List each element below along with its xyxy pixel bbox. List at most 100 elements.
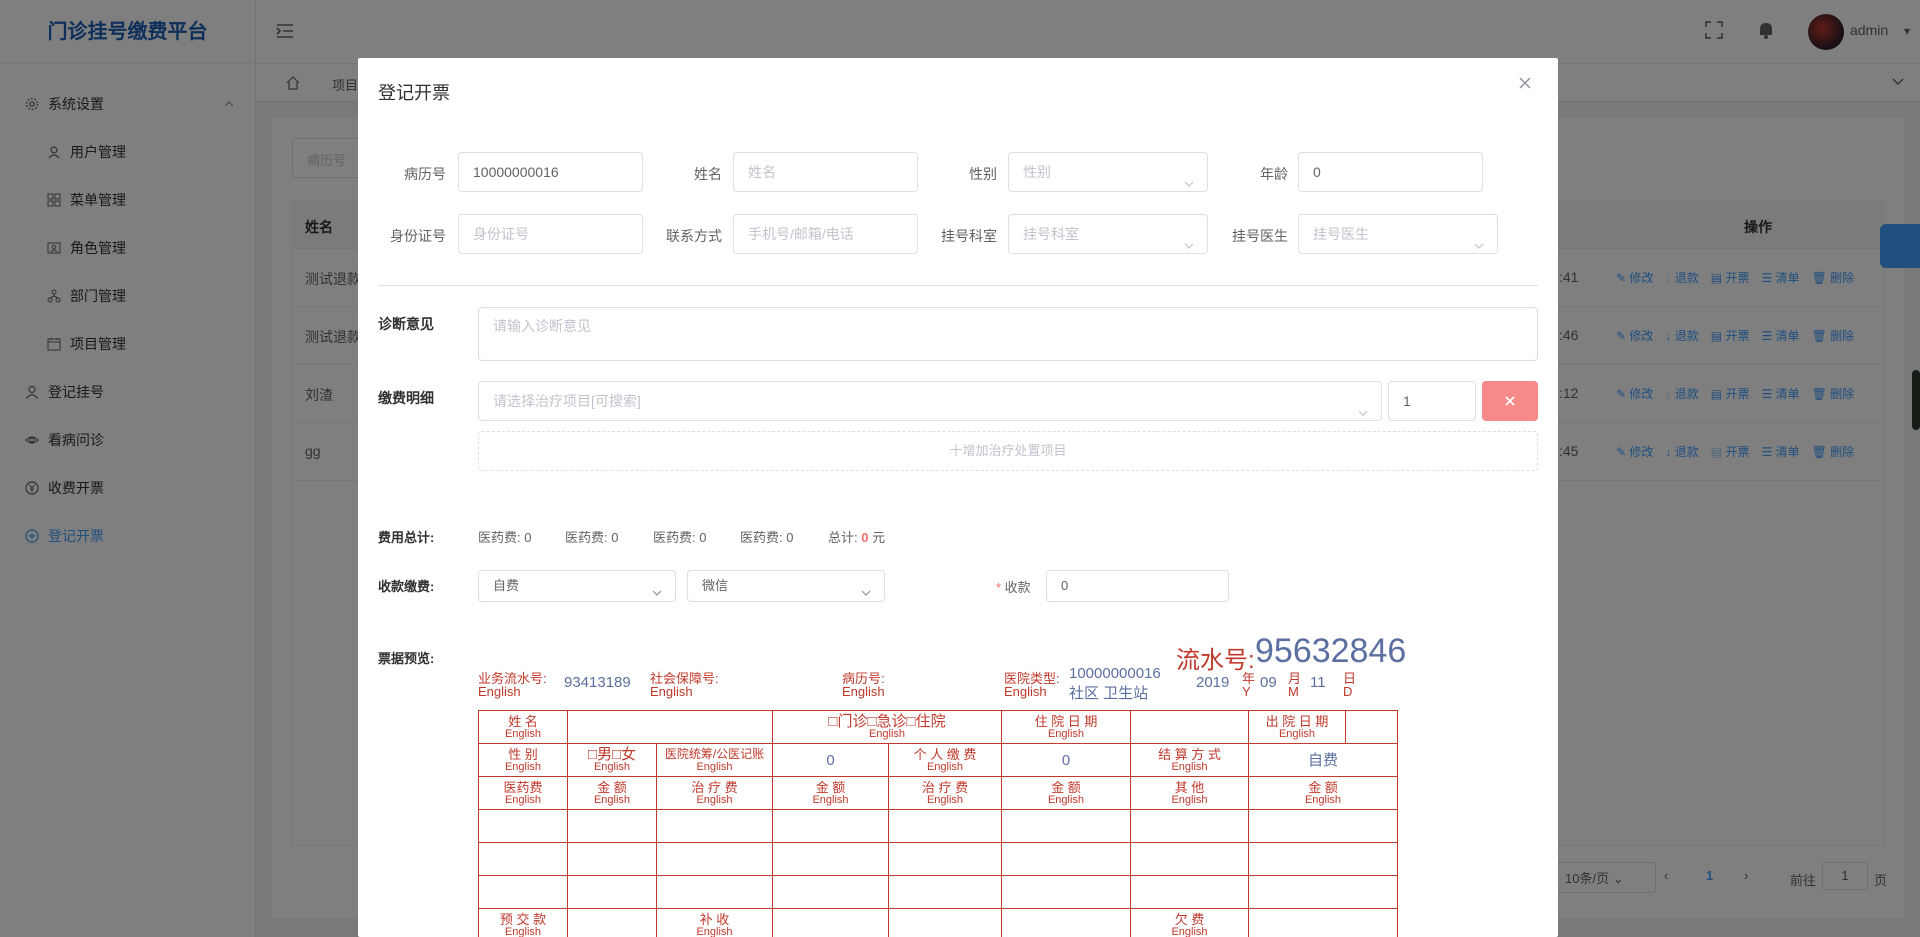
receipt-cell (478, 842, 568, 876)
receipt-month: 09 (1260, 674, 1277, 691)
chevron-down-icon (1183, 166, 1195, 187)
gender-label: 性别 (969, 166, 997, 182)
pay-method-select[interactable]: 微信 (687, 570, 885, 602)
chevron-down-icon (1473, 228, 1485, 249)
receipt-cell: 欠 费 English (1130, 908, 1249, 937)
receipt-cell (888, 908, 1002, 937)
receipt-cell (772, 842, 889, 876)
receipt-year: 2019 (1196, 674, 1230, 691)
treatment-item-select[interactable]: 请选择治疗项目[可搜索] (478, 381, 1382, 421)
receipt-cell: 个 人 缴 费 English (888, 743, 1002, 777)
id-input[interactable]: 身份证号 (458, 214, 643, 254)
payment-label: 收款缴费: (378, 579, 435, 594)
receipt-cell: 金 额 English (567, 776, 657, 810)
add-treatment-item-button[interactable]: 十增加治疗处置项目 (478, 431, 1538, 471)
receipt-cell (567, 842, 657, 876)
chevron-down-icon (860, 580, 872, 596)
english-caption: English (1004, 684, 1047, 699)
doctor-select[interactable]: 挂号医生 (1298, 214, 1498, 254)
receipt-cell: 性 别 English (478, 743, 568, 777)
receipt-cell (772, 908, 889, 937)
dept-select[interactable]: 挂号科室 (1008, 214, 1208, 254)
register-invoice-dialog: 登记开票 病历号 10000000016 姓名 姓名 性别 性别 年龄 0 身份… (358, 58, 1558, 937)
dept-label: 挂号科室 (941, 228, 997, 244)
receipt-cell: 治 疗 费 English (888, 776, 1002, 810)
contact-input[interactable]: 手机号/邮箱/电话 (733, 214, 918, 254)
receipt-cell: 金 额 English (1248, 776, 1398, 810)
english-caption: English (842, 684, 885, 699)
receipt-cell (1345, 710, 1398, 744)
receipt-cell (478, 809, 568, 843)
chevron-down-icon (1357, 395, 1369, 416)
receipt-cell (567, 710, 773, 744)
name-label: 姓名 (694, 166, 722, 182)
preview-label: 票据预览: (378, 651, 435, 666)
total-label: 费用总计: (378, 530, 435, 545)
receipt-cell: 住 院 日 期 English (1001, 710, 1131, 744)
id-label: 身份证号 (390, 228, 446, 244)
serial-number: 95632846 (1255, 632, 1407, 670)
receipt-cell (1001, 875, 1131, 909)
receipt-cell (888, 842, 1002, 876)
receipt-cell (656, 842, 773, 876)
receipt-cell: 治 疗 费 English (656, 776, 773, 810)
receive-amount-input[interactable]: 0 (1046, 570, 1229, 602)
fee-item: 医药费: 0 (740, 530, 794, 545)
receipt-cell: 姓 名 English (478, 710, 568, 744)
receipt-cell (772, 809, 889, 843)
name-input[interactable]: 姓名 (733, 152, 918, 192)
doctor-label: 挂号医生 (1232, 228, 1288, 244)
receipt-cell: 补 收 English (656, 908, 773, 937)
detail-label: 缴费明细 (378, 390, 434, 406)
close-icon[interactable] (1518, 76, 1538, 96)
receipt-cell (1001, 908, 1131, 937)
receipt-cell (567, 908, 657, 937)
receipt-cell (1130, 875, 1249, 909)
receipt-cell (1130, 809, 1249, 843)
english-caption: English (650, 684, 693, 699)
hospital-type-value: 社区 卫生站 (1069, 685, 1149, 702)
receipt-cell: 预 交 款 English (478, 908, 568, 937)
record-no-label: 病历号 (404, 166, 446, 182)
receipt-cell (1130, 842, 1249, 876)
receipt-cell (1248, 809, 1398, 843)
receipt-cell (888, 809, 1002, 843)
receipt-cell (1248, 875, 1398, 909)
receipt-cell (1001, 842, 1131, 876)
receipt-cell (656, 875, 773, 909)
receipt-cell: □男□女 English (567, 743, 657, 777)
receipt-cell: 结 算 方 式 English (1130, 743, 1249, 777)
receipt-cell (1001, 809, 1131, 843)
receipt-cell (888, 875, 1002, 909)
diagnosis-label: 诊断意见 (378, 316, 434, 332)
record-no-input[interactable]: 10000000016 (458, 152, 643, 192)
receipt-cell: 0 (1001, 743, 1131, 777)
receipt-cell: 医院统筹/公医记账 English (656, 743, 773, 777)
receive-label: * 收款 (996, 580, 1031, 595)
receipt-day: 11 (1310, 674, 1326, 691)
fee-item: 医药费: 0 (478, 530, 532, 545)
remove-item-button[interactable] (1482, 381, 1538, 421)
quantity-input[interactable]: 1 (1388, 381, 1476, 421)
fee-item: 医药费: 0 (565, 530, 619, 545)
receipt-cell (567, 875, 657, 909)
age-input[interactable]: 0 (1298, 152, 1483, 192)
receipt-cell: □门诊□急诊□住院 English (772, 710, 1002, 744)
day-label-en: D (1343, 684, 1353, 699)
age-label: 年龄 (1260, 166, 1288, 182)
gender-select[interactable]: 性别 (1008, 152, 1208, 192)
year-label-en: Y (1242, 684, 1251, 699)
receipt-cell: 金 额 English (772, 776, 889, 810)
month-label-en: M (1288, 684, 1299, 699)
receipt-cell (1248, 842, 1398, 876)
receipt-cell (656, 809, 773, 843)
receipt-cell: 金 额 English (1001, 776, 1131, 810)
fee-item: 医药费: 0 (653, 530, 707, 545)
diagnosis-textarea[interactable]: 请输入诊断意见 (478, 307, 1538, 361)
receipt-cell: 0 (772, 743, 889, 777)
receipt-cell: 出 院 日 期 English (1248, 710, 1346, 744)
receipt-cell (478, 875, 568, 909)
pay-type-select[interactable]: 自费 (478, 570, 676, 602)
receipt-cell (1248, 908, 1398, 937)
receipt-cell (772, 875, 889, 909)
